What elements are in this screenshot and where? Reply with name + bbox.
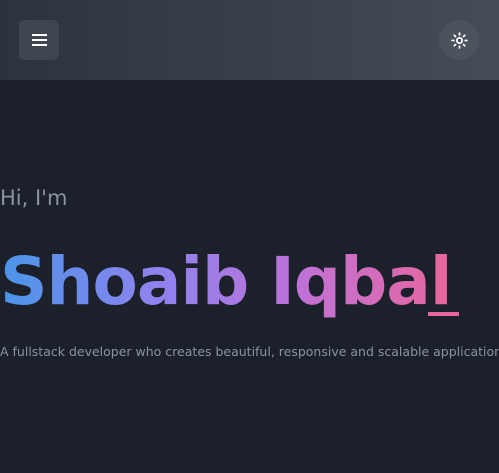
menu-button[interactable]: [19, 20, 59, 60]
theme-toggle-button[interactable]: [439, 20, 479, 60]
typing-cursor: [428, 312, 459, 316]
top-navigation-bar: [0, 0, 499, 80]
hero-greeting: Hi, I'm: [0, 186, 68, 210]
sun-icon: [450, 31, 468, 49]
hero-name: Shoaib Iqbal: [0, 240, 452, 324]
hero-tagline: A fullstack developer who creates beauti…: [0, 344, 499, 359]
hamburger-menu-icon: [31, 34, 47, 46]
